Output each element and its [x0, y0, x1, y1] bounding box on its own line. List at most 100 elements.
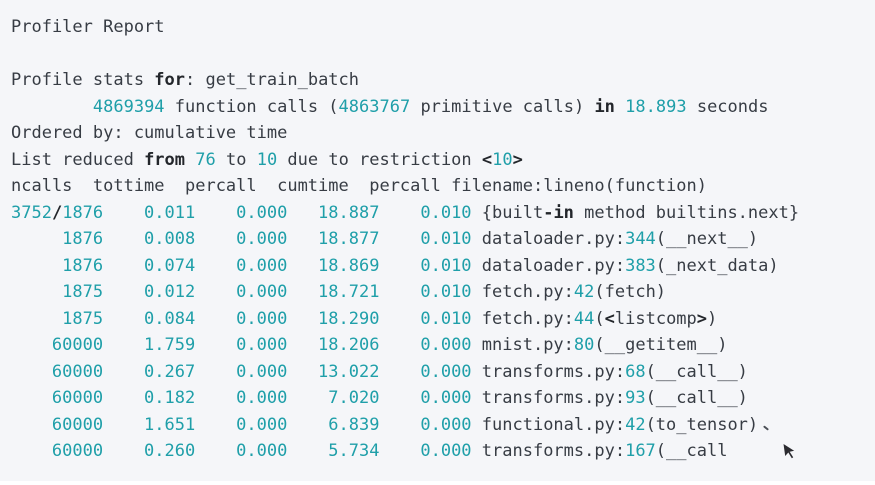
- cell-func: dataloader.py:383(_next_data): [482, 253, 875, 280]
- table-row: 3752/1876 0.011 0.000 18.887 0.010 {built-in …: [11, 200, 875, 227]
- code-segment: 0.000: [236, 414, 288, 435]
- cell-ncalls: 60000: [11, 332, 103, 359]
- code-segment: 0.000: [420, 414, 472, 435]
- code-segment: (to_tensor): [645, 414, 759, 435]
- code-segment: 68: [625, 361, 646, 382]
- cell-ncalls: 3752/1876: [11, 200, 103, 227]
- code-segment: 1876: [62, 202, 104, 223]
- code-segment: 18.893: [625, 96, 687, 117]
- code-segment: 60000: [51, 335, 104, 355]
- code-segment: 0.012: [144, 282, 196, 302]
- code-segment: 7.020: [328, 388, 380, 408]
- cell-percall_cum: 0.010: [390, 279, 472, 306]
- code-segment: dataloader.py:: [481, 229, 626, 249]
- code-segment: 18.206: [318, 335, 380, 355]
- cell-percall: 0.000: [205, 412, 287, 439]
- code-segment: 1.651: [144, 414, 196, 435]
- code-segment: 60000: [51, 441, 104, 461]
- code-segment: 0.011: [144, 202, 196, 223]
- code-segment: method builtins.next}: [573, 202, 800, 223]
- table-row: 1875 0.012 0.000 18.721 0.010 fetch.py:42(fet…: [11, 279, 875, 306]
- code-segment: 0.000: [236, 308, 288, 329]
- cell-tottime: 1.651: [113, 412, 195, 439]
- code-segment: 0.074: [144, 255, 196, 276]
- code-segment: 60000: [51, 361, 104, 382]
- profiler-report-panel: Profiler Report Profile stats for: get_tr…: [0, 0, 875, 481]
- cell-cumtime: 18.290: [298, 306, 380, 333]
- code-segment: ncalls tottime percall cumtime percall f…: [11, 176, 707, 196]
- code-segment: (__call__): [645, 388, 748, 408]
- cell-cumtime: 18.206: [298, 332, 380, 359]
- code-segment: 0.000: [236, 202, 288, 223]
- cell-percall_cum: 0.000: [390, 332, 471, 359]
- code-segment: (__call: [655, 441, 728, 461]
- cell-percall: 0.000: [205, 359, 287, 386]
- code-segment: 18.721: [318, 282, 380, 302]
- code-segment: 0.000: [420, 441, 472, 461]
- code-segment: Ordered by: cumulative time: [11, 123, 288, 143]
- code-segment: /: [51, 202, 63, 223]
- code-segment: 167: [625, 441, 656, 461]
- cell-ncalls: 1876: [11, 253, 103, 280]
- code-segment: 76: [195, 149, 216, 170]
- code-segment: mnist.py:: [481, 335, 574, 355]
- code-segment: 93: [625, 388, 646, 408]
- code-segment: 18.877: [318, 229, 380, 249]
- cell-tottime: 0.084: [113, 306, 195, 333]
- cell-percall_cum: 0.000: [390, 359, 471, 386]
- cell-percall: 0.000: [205, 279, 287, 306]
- cell-cumtime: 18.877: [298, 226, 380, 253]
- table-row: 60000 0.267 0.000 13.022 0.000 transforms.py:…: [11, 359, 875, 386]
- code-segment: 10: [256, 149, 278, 170]
- code-segment: 10: [492, 149, 513, 170]
- cell-ncalls: 1875: [11, 306, 103, 333]
- code-segment: seconds: [686, 96, 769, 117]
- cell-func: {built-in method builtins.next}: [482, 200, 875, 227]
- code-segment: (_next_data): [655, 255, 779, 276]
- cell-cumtime: 18.887: [298, 200, 379, 227]
- cell-percall: 0.000: [205, 332, 287, 359]
- code-segment: (: [594, 308, 605, 329]
- code-segment: dataloader.py:: [481, 255, 626, 276]
- cell-func: fetch.py:42(fetch): [482, 279, 875, 306]
- cell-percall: 0.000: [205, 438, 287, 465]
- code-segment: fetch.py:: [481, 282, 574, 302]
- code-segment: 42: [573, 282, 595, 302]
- table-header-line: ncalls tottime percall cumtime percall f…: [11, 173, 875, 200]
- code-segment: 0.000: [236, 335, 288, 355]
- cell-tottime: 0.260: [113, 438, 195, 465]
- cell-ncalls: 1876: [11, 226, 103, 253]
- code-segment: Profile stats: [11, 70, 155, 90]
- cell-percall_cum: 0.000: [390, 412, 472, 439]
- cell-tottime: 0.074: [113, 253, 195, 280]
- cell-ncalls: 60000: [11, 412, 103, 439]
- code-segment: >: [696, 308, 708, 329]
- code-segment: 0.010: [420, 282, 472, 302]
- code-segment: 0.000: [236, 361, 288, 382]
- code-segment: 18.869: [318, 255, 380, 276]
- cell-tottime: 0.267: [113, 359, 195, 386]
- code-segment: transforms.py:: [481, 388, 626, 408]
- code-segment: 3752: [11, 202, 52, 223]
- code-segment: 1876: [62, 255, 104, 276]
- cell-cumtime: 18.721: [298, 279, 380, 306]
- cell-ncalls: 60000: [11, 438, 103, 465]
- cell-percall_cum: 0.000: [390, 438, 472, 465]
- code-segment: >: [512, 149, 523, 170]
- code-segment: transforms.py:: [481, 361, 626, 382]
- cell-func: mnist.py:80(__getitem__): [482, 332, 875, 359]
- code-segment: 60000: [51, 388, 104, 408]
- list-reduced-line: List reduced from 76 to 10 due to restri…: [11, 147, 875, 174]
- code-segment: 4863767: [338, 96, 411, 117]
- table-row: 60000 0.182 0.000 7.020 0.000 transforms.py:9…: [11, 385, 875, 412]
- code-segment: 1876: [62, 229, 104, 249]
- cell-tottime: 0.182: [113, 385, 195, 412]
- code-segment: 0.010: [420, 229, 472, 249]
- code-segment: 0.000: [236, 229, 288, 249]
- code-segment: ): [707, 308, 718, 329]
- code-segment: 18.290: [318, 308, 380, 329]
- code-segment: 1.759: [144, 335, 196, 355]
